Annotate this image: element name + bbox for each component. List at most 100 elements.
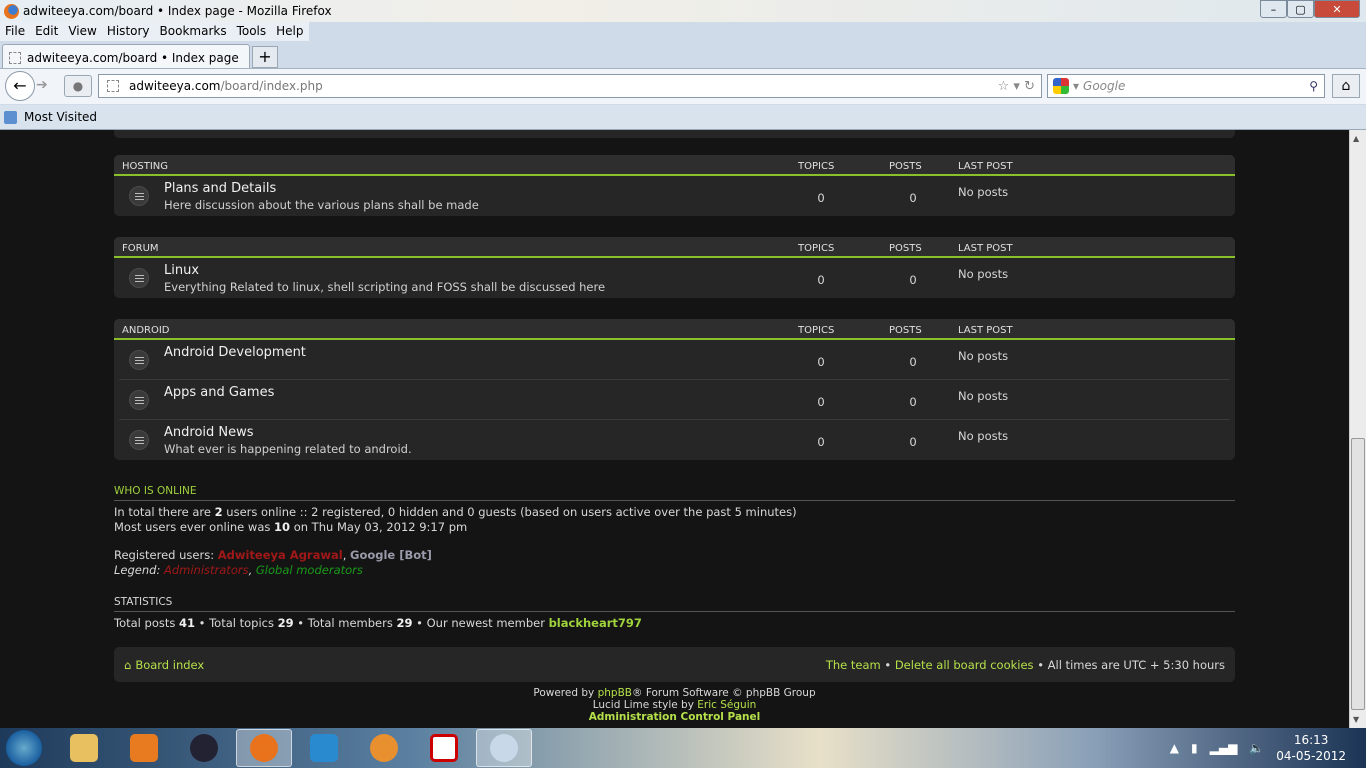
home-button[interactable]: ⌂ bbox=[1332, 74, 1360, 98]
posts-header: POSTS bbox=[889, 325, 922, 336]
taskbar-paint[interactable] bbox=[476, 729, 532, 767]
topic-count: 0 bbox=[817, 273, 825, 287]
separator: , bbox=[248, 563, 256, 577]
category-forum: FORUM TOPICS POSTS LAST POST Linux Every… bbox=[114, 237, 1235, 298]
google-icon[interactable] bbox=[1053, 78, 1069, 94]
menu-tools[interactable]: Tools bbox=[232, 22, 272, 41]
power-icon[interactable]: ▮ bbox=[1191, 741, 1198, 755]
forum-link[interactable]: Linux bbox=[164, 263, 199, 278]
navigation-toolbar: ← ➔ ● adwiteeya.com/board/index.php ☆ ▾ … bbox=[0, 68, 1366, 104]
post-count: 0 bbox=[909, 395, 917, 409]
topic-count: 0 bbox=[817, 435, 825, 449]
maximize-button[interactable]: ▢ bbox=[1287, 0, 1314, 18]
category-title[interactable]: FORUM bbox=[122, 243, 159, 254]
registered-label: Registered users: bbox=[114, 548, 218, 562]
last-post-header: LAST POST bbox=[958, 243, 1013, 254]
last-post: No posts bbox=[958, 267, 1009, 281]
scrollbar-thumb[interactable] bbox=[1351, 438, 1365, 710]
posts-header: POSTS bbox=[889, 243, 922, 254]
most-visited-link[interactable]: Most Visited bbox=[24, 110, 97, 124]
statistics-title: STATISTICS bbox=[114, 596, 1235, 612]
menu-bookmarks[interactable]: Bookmarks bbox=[155, 22, 232, 41]
topic-count: 0 bbox=[817, 191, 825, 205]
menu-help[interactable]: Help bbox=[271, 22, 308, 41]
credits: Powered by phpBB® Forum Software © phpBB… bbox=[0, 687, 1349, 723]
category-title[interactable]: ANDROID bbox=[122, 325, 170, 336]
style-author-link[interactable]: Eric Séguin bbox=[697, 699, 756, 711]
search-icon[interactable]: ⚲ bbox=[1309, 79, 1318, 93]
menu-history[interactable]: History bbox=[102, 22, 155, 41]
search-placeholder: Google bbox=[1083, 79, 1126, 93]
url-path: /board/index.php bbox=[220, 79, 323, 93]
window-title: adwiteeya.com/board • Index page - Mozil… bbox=[23, 4, 332, 18]
forward-button[interactable]: ➔ bbox=[36, 77, 48, 93]
home-icon[interactable]: ⌂ bbox=[124, 658, 131, 672]
legend-global-moderators[interactable]: Global moderators bbox=[256, 563, 363, 577]
taskbar-explorer[interactable] bbox=[56, 729, 112, 767]
forum-link[interactable]: Android Development bbox=[164, 345, 306, 360]
forum-description: Everything Related to linux, shell scrip… bbox=[164, 280, 606, 294]
forum-link[interactable]: Android News bbox=[164, 425, 254, 440]
separator: , bbox=[342, 548, 350, 562]
menu-file[interactable]: File bbox=[0, 22, 30, 41]
category-header: FORUM TOPICS POSTS LAST POST bbox=[114, 237, 1235, 258]
taskbar-app[interactable] bbox=[296, 729, 352, 767]
stat-text: • Our newest member bbox=[412, 616, 549, 630]
network-icon[interactable]: ▂▄▆ bbox=[1210, 741, 1238, 755]
phpbb-link[interactable]: phpBB bbox=[598, 687, 632, 699]
taskbar-firefox[interactable] bbox=[236, 729, 292, 767]
forum-row: Android News What ever is happening rela… bbox=[119, 420, 1230, 460]
tab-index-page[interactable]: adwiteeya.com/board • Index page bbox=[2, 44, 250, 70]
menu-edit[interactable]: Edit bbox=[30, 22, 63, 41]
total-members: 29 bbox=[396, 616, 413, 630]
address-bar[interactable]: adwiteeya.com/board/index.php ☆ ▾ ↻ bbox=[98, 74, 1042, 98]
bookmark-star-icon[interactable]: ☆ bbox=[998, 79, 1010, 94]
reload-icon[interactable]: ↻ bbox=[1024, 79, 1035, 94]
start-button[interactable] bbox=[6, 730, 42, 766]
clock[interactable]: 16:13 04-05-2012 bbox=[1276, 732, 1346, 764]
search-box[interactable]: ▾ Google ⚲ bbox=[1047, 74, 1325, 98]
scroll-down-icon[interactable]: ▼ bbox=[1353, 715, 1359, 724]
post-count: 0 bbox=[909, 191, 917, 205]
new-tab-button[interactable]: + bbox=[252, 46, 278, 68]
minimize-button[interactable]: – bbox=[1260, 0, 1287, 18]
taskbar-media-player[interactable] bbox=[116, 729, 172, 767]
user-link[interactable]: Google [Bot] bbox=[350, 548, 432, 562]
url-domain: adwiteeya.com bbox=[129, 79, 221, 93]
history-icon[interactable]: ● bbox=[64, 75, 92, 97]
menu-view[interactable]: View bbox=[63, 22, 101, 41]
firefox-logo-icon bbox=[4, 3, 19, 19]
credit-text: ® Forum Software © phpBB Group bbox=[631, 687, 816, 699]
tab-label: adwiteeya.com/board • Index page bbox=[27, 50, 239, 65]
newest-member-link[interactable]: blackheart797 bbox=[549, 616, 642, 630]
clock-date: 04-05-2012 bbox=[1276, 749, 1346, 763]
team-link[interactable]: The team bbox=[826, 658, 881, 672]
close-button[interactable]: ✕ bbox=[1314, 0, 1360, 18]
vertical-scrollbar[interactable]: ▲ ▼ bbox=[1349, 130, 1366, 728]
forum-read-icon bbox=[129, 268, 149, 288]
last-post: No posts bbox=[958, 429, 1009, 443]
taskbar-acrobat[interactable] bbox=[416, 729, 472, 767]
forum-link[interactable]: Plans and Details bbox=[164, 181, 276, 196]
category-title[interactable]: HOSTING bbox=[122, 161, 168, 172]
online-count: 2 bbox=[214, 505, 223, 519]
last-post: No posts bbox=[958, 349, 1009, 363]
show-hidden-icons[interactable]: ▲ bbox=[1170, 741, 1179, 755]
timezone-text: • All times are UTC + 5:30 hours bbox=[1033, 657, 1225, 672]
user-link[interactable]: Adwiteeya Agrawal bbox=[218, 548, 343, 562]
taskbar-carrot[interactable] bbox=[356, 729, 412, 767]
admin-control-panel-link[interactable]: Administration Control Panel bbox=[589, 711, 761, 723]
forum-description: Here discussion about the various plans … bbox=[164, 198, 479, 212]
forum-link[interactable]: Apps and Games bbox=[164, 385, 274, 400]
scroll-up-icon[interactable]: ▲ bbox=[1353, 134, 1359, 143]
back-button[interactable]: ← bbox=[5, 71, 35, 101]
taskbar-hp[interactable] bbox=[176, 729, 232, 767]
taskbar: ▲ ▮ ▂▄▆ 🔈 16:13 04-05-2012 bbox=[0, 728, 1366, 768]
board-index-link[interactable]: Board index bbox=[135, 658, 204, 672]
record-text: Most users ever online was bbox=[114, 520, 275, 534]
delete-cookies-link[interactable]: Delete all board cookies bbox=[895, 658, 1034, 672]
forum-row: Apps and Games 0 0 No posts bbox=[119, 380, 1230, 420]
volume-icon[interactable]: 🔈 bbox=[1249, 741, 1264, 755]
legend-administrators[interactable]: Administrators bbox=[164, 563, 249, 577]
dropdown-icon[interactable]: ▾ bbox=[1013, 79, 1020, 94]
